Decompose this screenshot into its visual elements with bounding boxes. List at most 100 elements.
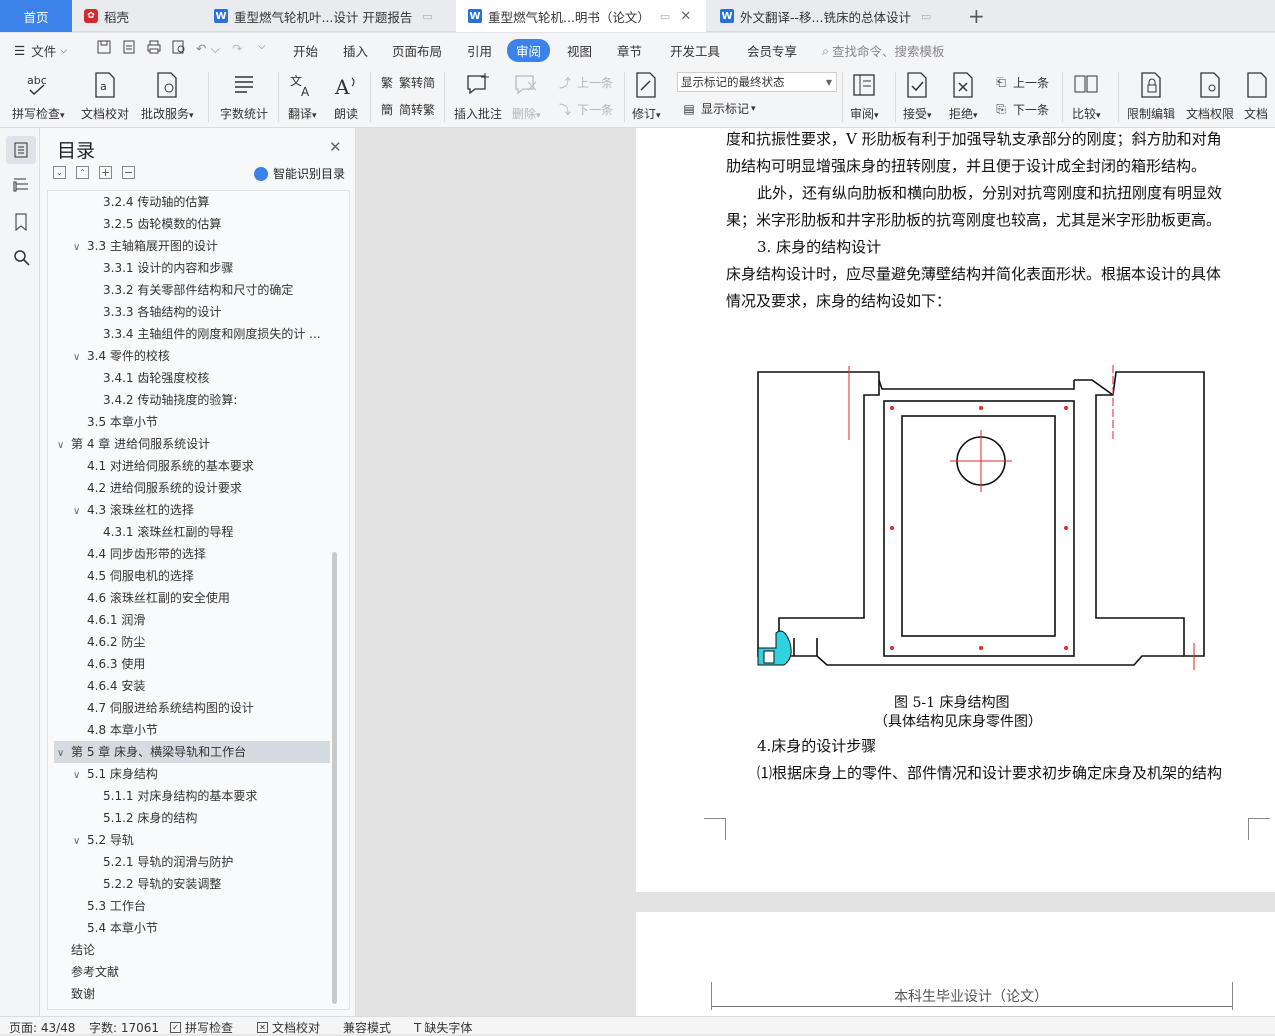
chapter-nav-icon[interactable] bbox=[12, 176, 30, 197]
document-canvas[interactable]: 度和抗振性要求，V 形肋板有利于加强导轨支承部分的刚度；斜方肋和对角 肋结构可明… bbox=[357, 128, 1275, 1016]
chevron-down-icon[interactable]: ∨ bbox=[73, 347, 87, 369]
menu-review-active[interactable]: 审阅 bbox=[507, 39, 551, 62]
toc-item[interactable]: 3.2.4 传动轴的估算 bbox=[54, 191, 330, 213]
toc-item[interactable]: 4.6.1 润滑 bbox=[54, 609, 330, 631]
restrict-editing-button[interactable]: 限制编辑 bbox=[1127, 72, 1175, 122]
toc-item[interactable]: 5.3 工作台 bbox=[54, 895, 330, 917]
smart-toc-button[interactable]: 智能识别目录 bbox=[254, 165, 345, 182]
bookmark-icon[interactable] bbox=[13, 213, 29, 234]
command-search[interactable]: ⌕ 查找命令、搜索模板 bbox=[822, 41, 945, 60]
track-changes-button[interactable]: 修订▾ bbox=[632, 72, 661, 122]
menu-vip[interactable]: 会员专享 bbox=[747, 41, 797, 60]
toc-item[interactable]: ∨ 3.4 零件的校核 bbox=[54, 345, 330, 367]
menu-insert[interactable]: 插入 bbox=[343, 41, 368, 60]
tab-display-icon[interactable]: ▭ bbox=[660, 10, 670, 23]
new-tab-button[interactable]: + bbox=[968, 0, 985, 32]
toc-item[interactable]: ∨ 5.2 导轨 bbox=[54, 829, 330, 851]
read-aloud-button[interactable]: A 朗读 bbox=[333, 72, 359, 122]
toc-item[interactable]: 3.3.4 主轴组件的刚度和刚度损失的计 ... bbox=[54, 323, 330, 345]
word-count-button[interactable]: 字数统计 bbox=[220, 72, 268, 122]
toc-panel-icon[interactable] bbox=[6, 136, 36, 164]
toc-item[interactable]: 4.6 滚珠丝杠副的安全使用 bbox=[54, 587, 330, 609]
redo-icon[interactable]: ↷ bbox=[232, 41, 242, 56]
toc-item[interactable]: ∨ 5.1 床身结构 bbox=[54, 763, 330, 785]
toc-item[interactable]: 3.2.5 齿轮模数的估算 bbox=[54, 213, 330, 235]
toc-item[interactable]: 4.2 进给伺服系统的设计要求 bbox=[54, 477, 330, 499]
prev-comment-button[interactable]: ⤴ 上一条 bbox=[557, 74, 613, 91]
accept-button[interactable]: 接受▾ bbox=[903, 72, 932, 122]
more-icon[interactable]: ⌵ bbox=[258, 41, 266, 52]
toc-item[interactable]: ∨ 3.3 主轴箱展开图的设计 bbox=[54, 235, 330, 257]
print-icon[interactable] bbox=[146, 39, 162, 58]
doc-permission-button[interactable]: 文档权限 bbox=[1186, 72, 1234, 122]
toc-item[interactable]: 4.7 伺服进给系统结构图的设计 bbox=[54, 697, 330, 719]
delete-comment-button[interactable]: 删除▾ bbox=[512, 72, 541, 122]
close-icon[interactable]: ✕ bbox=[680, 9, 691, 24]
toc-item[interactable]: 5.2.2 导轨的安装调整 bbox=[54, 873, 330, 895]
annotation-service-button[interactable]: 批改服务▾ bbox=[141, 72, 194, 122]
chevron-down-icon[interactable]: ∨ bbox=[73, 501, 87, 523]
prev-change-button[interactable]: ⎗ 上一条 bbox=[993, 74, 1049, 91]
collapse-all-icon[interactable]: ⌄ bbox=[53, 166, 66, 179]
tab-home[interactable]: 首页 bbox=[0, 0, 72, 32]
missing-font-status[interactable]: T 缺失字体 bbox=[414, 1019, 472, 1036]
toc-item[interactable]: 4.6.2 防尘 bbox=[54, 631, 330, 653]
toc-scrollbar[interactable] bbox=[332, 552, 337, 1004]
review-pane-button[interactable]: 审阅▾ bbox=[850, 72, 879, 122]
toc-item[interactable]: 3.3.1 设计的内容和步骤 bbox=[54, 257, 330, 279]
trad-to-simp-button[interactable]: 繁繁转简 bbox=[379, 74, 435, 91]
add-level-icon[interactable]: + bbox=[99, 166, 112, 179]
toc-item[interactable]: 4.8 本章小节 bbox=[54, 719, 330, 741]
toc-item[interactable]: 参考文献 bbox=[54, 961, 330, 983]
toc-item[interactable]: 3.3.2 有关零部件结构和尺寸的确定 bbox=[54, 279, 330, 301]
next-comment-button[interactable]: ⤵ 下一条 bbox=[557, 101, 613, 118]
tab-doc-3[interactable]: W 外文翻译--移...铣床的总体设计 ▭ bbox=[720, 0, 931, 32]
translate-button[interactable]: 文A 翻译▾ bbox=[288, 72, 317, 122]
chevron-down-icon[interactable]: ∨ bbox=[57, 743, 71, 765]
toc-item[interactable]: 5.4 本章小节 bbox=[54, 917, 330, 939]
next-change-button[interactable]: ⎘ 下一条 bbox=[993, 101, 1049, 118]
menu-reference[interactable]: 引用 bbox=[467, 41, 492, 60]
toc-item-selected[interactable]: ∨ 第 5 章 床身、横梁导轨和工作台 bbox=[54, 741, 330, 763]
menu-start[interactable]: 开始 bbox=[293, 41, 318, 60]
spell-check-status[interactable]: ✓ 拼写检查 bbox=[170, 1019, 233, 1036]
menu-developer[interactable]: 开发工具 bbox=[670, 41, 720, 60]
proofread-status[interactable]: ✕ 文档校对 bbox=[257, 1019, 320, 1036]
simp-to-trad-button[interactable]: 簡简转繁 bbox=[379, 101, 435, 118]
print-preview-icon[interactable] bbox=[171, 39, 187, 58]
export-pdf-icon[interactable] bbox=[121, 39, 137, 58]
chevron-down-icon[interactable]: ∨ bbox=[73, 237, 87, 259]
show-markup-button[interactable]: ▤ 显示标记 ▾ bbox=[681, 100, 755, 117]
toc-item[interactable]: ∨ 4.3 滚珠丝杠的选择 bbox=[54, 499, 330, 521]
toc-item[interactable]: 3.5 本章小节 bbox=[54, 411, 330, 433]
file-menu[interactable]: ☰ 文件 ⌵ bbox=[14, 41, 67, 60]
toc-item[interactable]: 4.4 同步齿形带的选择 bbox=[54, 543, 330, 565]
toc-item[interactable]: 5.1.1 对床身结构的基本要求 bbox=[54, 785, 330, 807]
toc-item[interactable]: 3.3.3 各轴结构的设计 bbox=[54, 301, 330, 323]
page-indicator[interactable]: 页面: 43/48 bbox=[9, 1019, 75, 1036]
tab-doc-2-active[interactable]: W 重型燃气轮机...明书（论文） ▭ ✕ bbox=[456, 0, 706, 32]
remove-level-icon[interactable]: − bbox=[122, 166, 135, 179]
toc-item[interactable]: 4.6.4 安装 bbox=[54, 675, 330, 697]
search-icon[interactable] bbox=[13, 249, 31, 270]
chevron-down-icon[interactable]: ∨ bbox=[73, 831, 87, 853]
document-page[interactable]: 度和抗振性要求，V 形肋板有利于加强导轨支承部分的刚度；斜方肋和对角 肋结构可明… bbox=[636, 128, 1275, 892]
toc-item[interactable]: 3.4.2 传动轴挠度的验算: bbox=[54, 389, 330, 411]
tab-doc-1[interactable]: W 重型燃气轮机叶...设计 开题报告 ▭ bbox=[214, 0, 433, 32]
spell-check-button[interactable]: abc 拼写检查▾ bbox=[12, 72, 65, 122]
insert-comment-button[interactable]: 插入批注 bbox=[454, 72, 502, 122]
doc-more-button[interactable]: 文档 bbox=[1244, 72, 1275, 122]
chevron-down-icon[interactable]: ∨ bbox=[57, 435, 71, 457]
close-icon[interactable]: ✕ bbox=[329, 138, 342, 156]
expand-up-icon[interactable]: ⌃ bbox=[76, 166, 89, 179]
toc-item[interactable]: 4.3.1 滚珠丝杠副的导程 bbox=[54, 521, 330, 543]
tab-display-icon[interactable]: ▭ bbox=[422, 10, 432, 23]
menu-layout[interactable]: 页面布局 bbox=[392, 41, 442, 60]
toc-item[interactable]: 4.5 伺服电机的选择 bbox=[54, 565, 330, 587]
toc-item[interactable]: 4.1 对进给伺服系统的基本要求 bbox=[54, 455, 330, 477]
toc-item[interactable]: 3.4.1 齿轮强度校核 bbox=[54, 367, 330, 389]
doc-proofread-button[interactable]: a 文档校对 bbox=[81, 72, 129, 122]
word-count-status[interactable]: 字数: 17061 bbox=[89, 1019, 159, 1036]
save-icon[interactable] bbox=[96, 39, 112, 58]
chevron-down-icon[interactable]: ∨ bbox=[73, 765, 87, 787]
